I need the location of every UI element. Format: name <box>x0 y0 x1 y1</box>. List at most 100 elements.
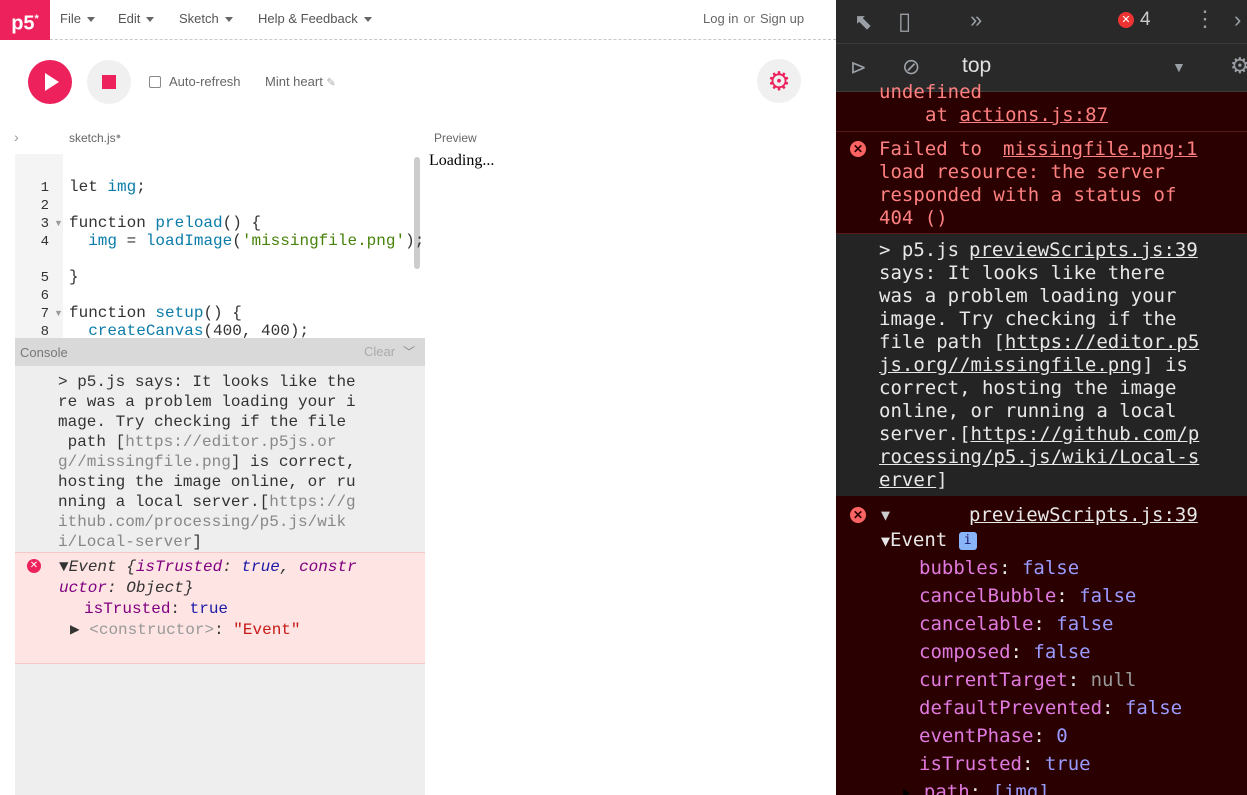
line-number: 5 <box>40 270 49 286</box>
error-icon: ✕ <box>850 141 866 157</box>
code-token: setup <box>155 304 204 322</box>
gear-icon[interactable]: ⚙ <box>1230 53 1247 79</box>
prop-key: composed <box>919 641 1011 663</box>
code-token: let <box>69 178 98 196</box>
menu-edit[interactable]: Edit <box>118 11 155 26</box>
console-error-line-1[interactable]: ▼Event {isTrusted: true, constr <box>59 557 357 578</box>
source-link[interactable]: actions.js:87 <box>959 104 1108 126</box>
error-icon: ✕ <box>27 559 41 573</box>
p5-editor: p5* File Edit Sketch Help & Feedback Log… <box>0 0 836 795</box>
console-message-line: i/Local-server] <box>58 533 203 551</box>
device-toggle-icon[interactable]: ▯ <box>898 7 911 36</box>
log-body: says: It looks like there was a problem l… <box>879 262 1199 492</box>
stack-at: at <box>925 104 960 126</box>
pencil-icon[interactable]: ✎ <box>326 77 335 89</box>
info-icon[interactable]: i <box>958 531 977 550</box>
kebab-menu-icon[interactable]: ⋮ <box>1194 6 1216 32</box>
triangle-right-icon: ▶ <box>70 621 80 639</box>
menu-sketch[interactable]: Sketch <box>179 11 233 26</box>
line-number: 3 <box>40 216 49 232</box>
chevron-down-icon[interactable]: ﹀ <box>403 343 415 360</box>
console-link[interactable]: https://editor.p5js.or <box>125 433 336 451</box>
prop-colon: : <box>1010 641 1034 663</box>
context-selector[interactable]: top <box>962 54 991 78</box>
event-prop-composed: composed: false <box>919 641 1091 664</box>
prop-key: defaultPrevented <box>919 697 1103 719</box>
clear-console-icon[interactable]: ⊘ <box>902 54 920 80</box>
code-line: let img; <box>69 178 146 196</box>
prop-colon: : <box>969 781 993 795</box>
line-number: 2 <box>40 198 49 214</box>
auth-links: Log in or Sign up <box>703 11 804 26</box>
login-link[interactable]: Log in <box>703 11 738 26</box>
code-line: function setup() { <box>69 304 242 322</box>
triangle-down-icon[interactable]: ▼ <box>881 504 890 527</box>
console-link[interactable]: ithub.com/processing/p5.js/wik <box>58 513 346 531</box>
log-link[interactable]: erver <box>879 469 936 491</box>
code-editor[interactable]: 1 let img; 2 3 ▼ function preload() {4 img = … <box>15 154 425 338</box>
file-tab-label: sketch.js <box>69 131 116 145</box>
expand-sidebar-icon[interactable]: › <box>14 129 19 145</box>
prop-key: isTrusted <box>84 600 171 618</box>
console-message-line: g//missingfile.png] is correct, <box>58 453 356 471</box>
chevron-down-icon <box>363 17 372 23</box>
inspect-cursor-icon[interactable]: ⬉ <box>854 9 872 35</box>
console-label: Console <box>20 345 68 360</box>
p5-logo[interactable]: p5* <box>0 0 50 40</box>
menu-file-label: File <box>60 11 81 26</box>
error-text-line: responded with a status of <box>879 184 1177 206</box>
prop-key: isTrusted <box>919 753 1022 775</box>
settings-button[interactable]: ⚙ <box>757 59 801 103</box>
prop-colon: : <box>999 557 1022 579</box>
gear-icon: ⚙ <box>767 66 791 96</box>
top-navbar: p5* File Edit Sketch Help & Feedback Log… <box>0 0 836 40</box>
error-badge-icon[interactable]: ✕ <box>1118 12 1134 28</box>
console-link[interactable]: https://g <box>269 493 355 511</box>
divider <box>836 131 1247 132</box>
event-prop-eventphase: eventPhase: 0 <box>919 725 1068 748</box>
log-line: correct, hosting the image <box>879 377 1177 399</box>
caret-down-icon[interactable]: ▼ <box>1172 59 1186 75</box>
log-prefix: > p5.js <box>879 239 960 261</box>
menu-sketch-label: Sketch <box>179 11 219 26</box>
log-line: erver] <box>879 469 948 491</box>
menu-help[interactable]: Help & Feedback <box>258 11 372 26</box>
menu-help-label: Help & Feedback <box>258 11 358 26</box>
fold-arrow-icon[interactable]: ▼ <box>54 218 63 228</box>
log-link[interactable]: https://editor.p5 <box>1005 331 1199 353</box>
close-icon[interactable]: › <box>1234 7 1241 33</box>
more-tabs-icon[interactable]: » <box>970 7 982 33</box>
signup-link[interactable]: Sign up <box>760 11 804 26</box>
log-link[interactable]: https://github.com/p <box>971 423 1200 445</box>
file-tab-sketch[interactable]: sketch.js● <box>69 131 121 145</box>
error-text-line: 404 () <box>879 207 948 229</box>
console-message-line: re was a problem loading your i <box>58 393 356 411</box>
log-link[interactable]: js.org//missingfile.png <box>879 354 1142 376</box>
console-message-line: path [https://editor.p5js.or <box>58 433 337 451</box>
source-link[interactable]: previewScripts.js:39 <box>969 504 1198 527</box>
console-clear-button[interactable]: Clear <box>364 344 395 359</box>
event-object-header[interactable]: ▼Event i <box>881 529 977 553</box>
code-token: img <box>88 232 118 250</box>
triangle-right-icon[interactable]: ▸ <box>901 781 924 795</box>
source-link[interactable]: previewScripts.js:39 <box>969 239 1198 262</box>
stop-button[interactable] <box>87 60 131 104</box>
error-count[interactable]: 4 <box>1140 9 1151 31</box>
log-link[interactable]: rocessing/p5.js/wiki/Local-s <box>879 446 1199 468</box>
sidebar-toggle-icon[interactable]: ⊳ <box>850 55 867 80</box>
prop-key: cancelBubble <box>919 585 1057 607</box>
console-message-line: nning a local server.[https://g <box>58 493 356 511</box>
play-button[interactable] <box>28 60 72 104</box>
menu-file[interactable]: File <box>60 11 95 26</box>
console-link[interactable]: g//missingfile.png <box>58 453 231 471</box>
console-link[interactable]: i/Local-server <box>58 533 192 551</box>
source-link[interactable]: missingfile.png:1 <box>1003 138 1197 161</box>
fold-arrow-icon[interactable]: ▼ <box>54 308 63 318</box>
devtools-panel: ⬉ ▯ » ✕ 4 ⋮ › ⊳ ⊘ top ▼ ⚙ undefined at a… <box>836 0 1247 795</box>
auto-refresh-checkbox[interactable] <box>149 76 161 88</box>
code-line: function preload() { <box>69 214 262 232</box>
code-scrollbar[interactable] <box>414 157 420 269</box>
console-message-line: > p5.js says: It looks like the <box>58 373 356 391</box>
sketch-name[interactable]: Mint heart ✎ <box>265 74 336 89</box>
event-prop-constructor[interactable]: ▶ <constructor>: "Event" <box>70 620 301 641</box>
